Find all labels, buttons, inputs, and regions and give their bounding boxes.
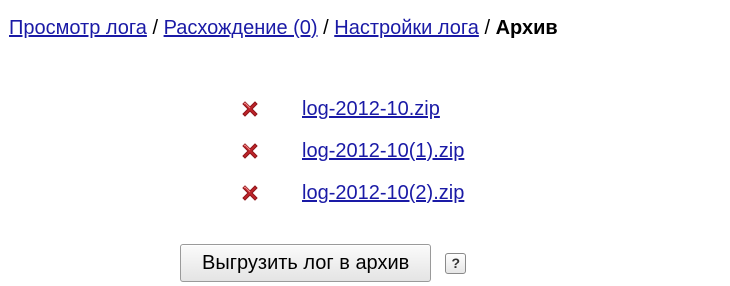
archive-file-link[interactable]: log-2012-10(1).zip: [302, 138, 464, 164]
archive-file-list: log-2012-10.zip log-2012-10(1).zip log-2…: [236, 88, 464, 214]
breadcrumb-separator: /: [323, 17, 335, 39]
list-item: log-2012-10.zip: [236, 88, 464, 130]
help-icon[interactable]: ?: [445, 252, 467, 274]
archive-actions: Выгрузить лог в архив ?: [180, 244, 467, 282]
list-item: log-2012-10(2).zip: [236, 172, 464, 214]
archive-file-link[interactable]: log-2012-10.zip: [302, 96, 440, 122]
delete-icon[interactable]: [236, 179, 264, 207]
breadcrumb-link-log-view[interactable]: Просмотр лога: [9, 17, 147, 39]
breadcrumb: Просмотр лога / Расхождение (0) / Настро…: [9, 15, 558, 41]
export-log-to-archive-button[interactable]: Выгрузить лог в архив: [180, 244, 432, 282]
delete-icon[interactable]: [236, 137, 264, 165]
delete-icon[interactable]: [236, 95, 264, 123]
breadcrumb-separator: /: [484, 17, 496, 39]
breadcrumb-separator: /: [152, 17, 164, 39]
list-item: log-2012-10(1).zip: [236, 130, 464, 172]
breadcrumb-current-archive: Архив: [495, 17, 558, 39]
breadcrumb-link-discrepancy[interactable]: Расхождение (0): [164, 17, 318, 39]
archive-file-link[interactable]: log-2012-10(2).zip: [302, 180, 464, 206]
breadcrumb-link-log-settings[interactable]: Настройки лога: [334, 17, 479, 39]
